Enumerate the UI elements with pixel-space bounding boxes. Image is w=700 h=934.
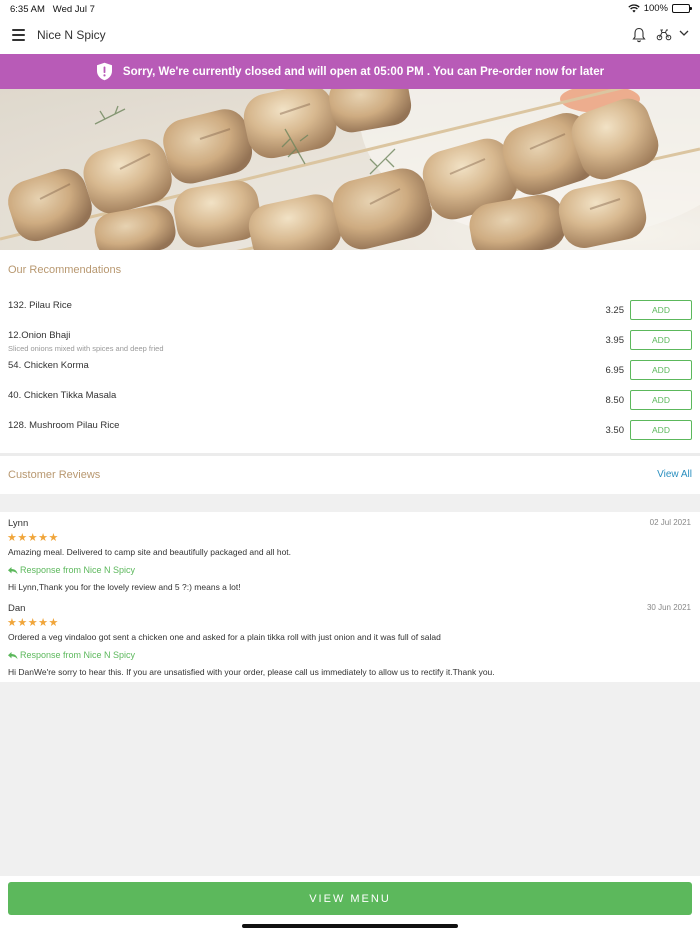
menu-item-row: 12.Onion Bhaji Sliced onions mixed with …: [0, 330, 700, 360]
reviews-title: Customer Reviews: [8, 469, 101, 481]
menu-item-description: Sliced onions mixed with spices and deep…: [8, 344, 164, 353]
menu-item-price: 3.95: [605, 335, 625, 346]
owner-response-label: Response from Nice N Spicy: [7, 565, 135, 575]
menu-item-name: 132. Pilau Rice: [8, 300, 72, 311]
menu-item-row: 54. Chicken Korma 6.95 ADD: [0, 360, 700, 390]
menu-item-name: 12.Onion Bhaji: [8, 330, 71, 341]
menu-item-row: 40. Chicken Tikka Masala 8.50 ADD: [0, 390, 700, 420]
add-button[interactable]: ADD: [630, 390, 692, 410]
status-date: Wed Jul 7: [52, 4, 95, 15]
battery-icon: [672, 4, 692, 13]
chevron-down-icon[interactable]: [679, 29, 689, 37]
review-author: Dan: [8, 603, 26, 614]
add-button[interactable]: ADD: [630, 360, 692, 380]
hamburger-menu-icon[interactable]: [12, 29, 25, 41]
review-date: 02 Jul 2021: [649, 518, 691, 527]
menu-item-price: 8.50: [605, 395, 625, 406]
recommendations-title: Our Recommendations: [8, 264, 122, 276]
bell-icon[interactable]: [632, 27, 646, 43]
hero-food-image: [0, 89, 700, 250]
reviews-list: Lynn 02 Jul 2021 ★★★★★ Amazing meal. Del…: [0, 512, 700, 682]
menu-item-row: 128. Mushroom Pilau Rice 3.50 ADD: [0, 420, 700, 450]
menu-item-price: 3.25: [605, 305, 625, 316]
reply-arrow-icon: [8, 566, 18, 574]
view-all-reviews-link[interactable]: View All: [657, 469, 692, 480]
owner-response-text: Hi DanWe're sorry to hear this. If you a…: [8, 667, 495, 677]
menu-item-price: 3.50: [605, 425, 625, 436]
bottom-action-bar: VIEW MENU: [0, 876, 700, 934]
review-date: 30 Jun 2021: [646, 603, 691, 612]
recommendations-section: Our Recommendations 132. Pilau Rice 3.25…: [0, 250, 700, 453]
owner-response-text: Hi Lynn,Thank you for the lovely review …: [8, 582, 241, 592]
home-indicator[interactable]: [242, 924, 458, 928]
review-text: Amazing meal. Delivered to camp site and…: [8, 547, 292, 557]
delivery-scooter-icon[interactable]: [656, 28, 672, 41]
review-author: Lynn: [8, 518, 29, 529]
star-rating: ★★★★★: [7, 532, 59, 544]
menu-item-name: 54. Chicken Korma: [8, 360, 89, 371]
owner-response-label: Response from Nice N Spicy: [7, 650, 135, 660]
reviews-header: Customer Reviews View All: [0, 456, 700, 494]
add-button[interactable]: ADD: [630, 420, 692, 440]
menu-item-row: 132. Pilau Rice 3.25 ADD: [0, 300, 700, 330]
status-bar: 6:35 AM Wed Jul 7 100%: [0, 0, 700, 18]
restaurant-title: Nice N Spicy: [37, 28, 106, 42]
closed-notice-text: Sorry, We're currently closed and will o…: [122, 65, 605, 78]
menu-item-price: 6.95: [605, 365, 625, 376]
star-rating: ★★★★★: [7, 617, 59, 629]
review-text: Ordered a veg vindaloo got sent a chicke…: [8, 632, 441, 642]
view-menu-button[interactable]: VIEW MENU: [8, 882, 692, 915]
menu-item-name: 40. Chicken Tikka Masala: [8, 390, 117, 401]
battery-percent: 100%: [643, 3, 668, 14]
closed-notice-banner: Sorry, We're currently closed and will o…: [0, 54, 700, 89]
top-nav-bar: Nice N Spicy: [0, 18, 700, 54]
add-button[interactable]: ADD: [630, 300, 692, 320]
status-time: 6:35 AM Wed Jul 7: [10, 4, 95, 15]
reply-arrow-icon: [8, 651, 18, 659]
wifi-icon: [628, 4, 640, 13]
chicken-skewers-illustration: [0, 89, 700, 250]
add-button[interactable]: ADD: [630, 330, 692, 350]
menu-item-name: 128. Mushroom Pilau Rice: [8, 420, 120, 431]
shield-alert-icon: [96, 62, 112, 81]
